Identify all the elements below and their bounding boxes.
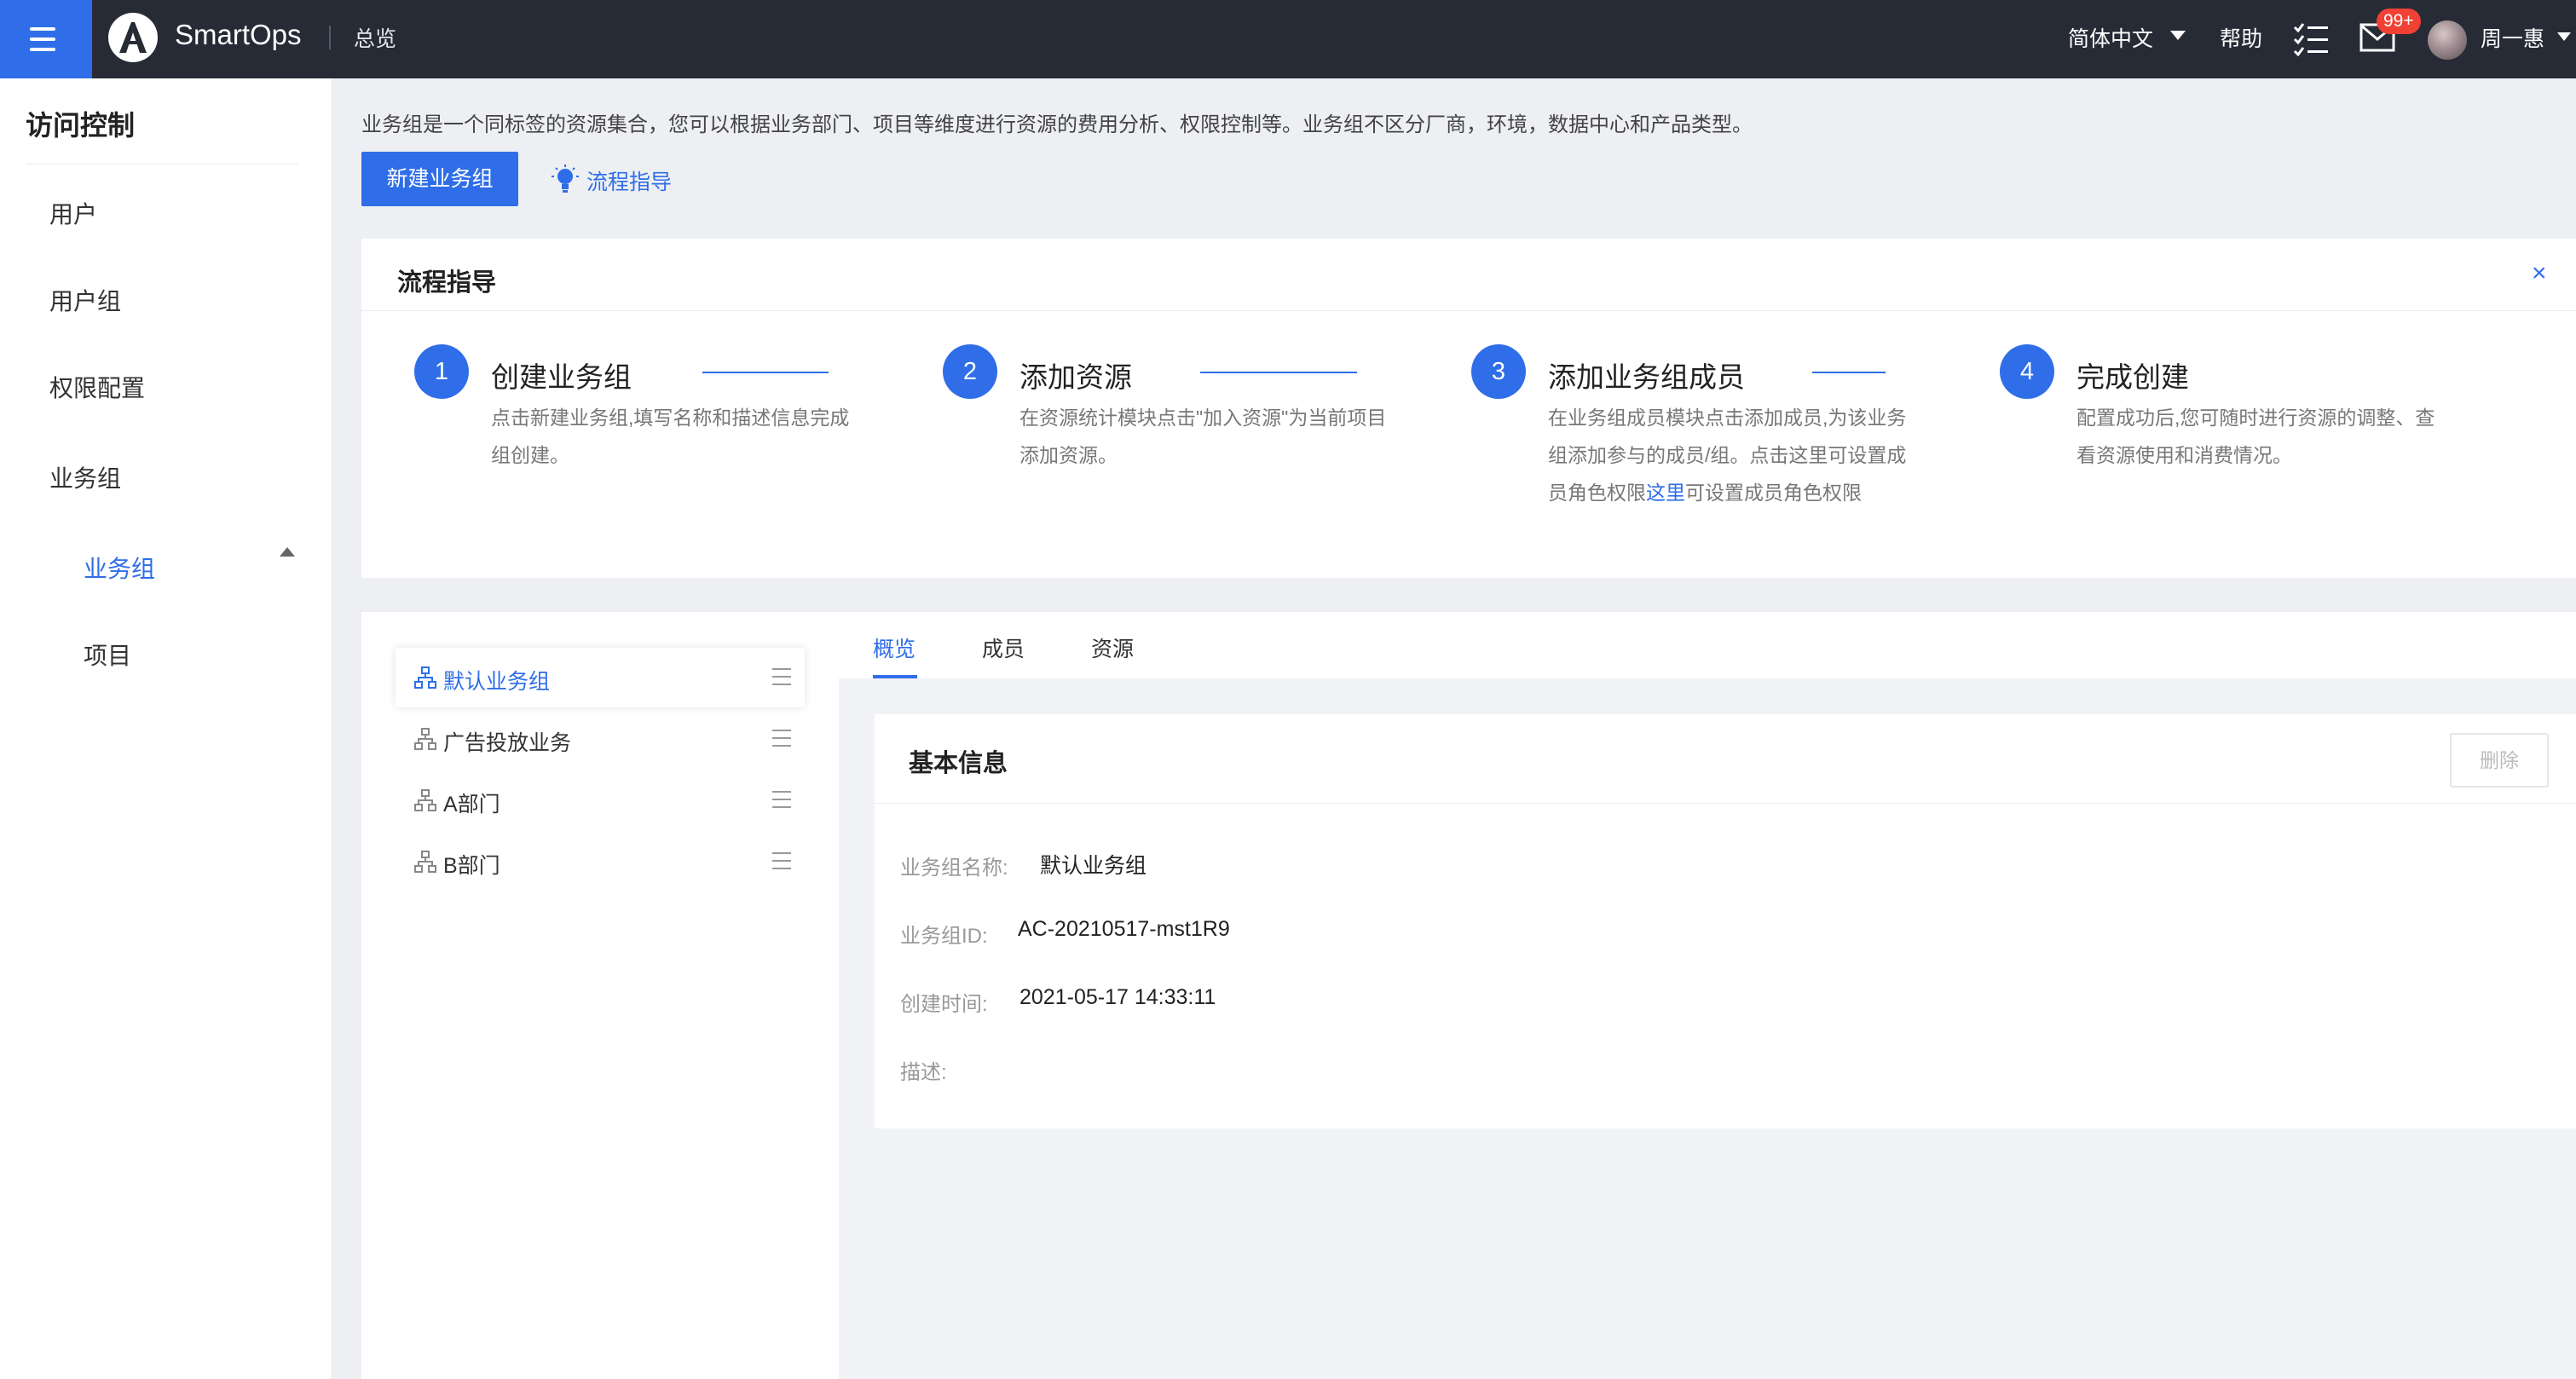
step-description-text: 可设置成员角色权限 <box>1685 482 1862 504</box>
detail-tabs: 概览 成员 资源 <box>839 612 2576 678</box>
user-menu-chevron-icon[interactable] <box>2557 32 2571 41</box>
step-description: 配置成功后,您可随时进行资源的调整、查看资源使用和消费情况。 <box>2076 407 2435 466</box>
tree-item-label: B部门 <box>443 854 500 878</box>
tab-overview[interactable]: 概览 <box>873 632 915 663</box>
process-guide-link[interactable]: 流程指导 <box>551 164 673 196</box>
task-list-icon[interactable] <box>2293 22 2329 56</box>
page-description: 业务组是一个同标签的资源集合，您可以根据业务部门、项目等维度进行资源的费用分析、… <box>361 113 1753 136</box>
tree-item[interactable]: A部门 <box>396 770 805 830</box>
new-business-group-button[interactable]: 新建业务组 <box>361 152 518 206</box>
field-value-name: 默认业务组 <box>1040 854 1147 878</box>
sidebar: 访问控制 用户 用户组 权限配置 业务组 业务组 项目 <box>0 78 332 1379</box>
tree-item-label: A部门 <box>443 793 500 816</box>
username[interactable]: 周一惠 <box>2481 22 2544 53</box>
field-label-description: 描述: <box>900 1061 947 1084</box>
org-tree-icon <box>414 728 436 750</box>
tree-item-label: 默认业务组 <box>443 670 551 694</box>
divider <box>361 310 2576 311</box>
breadcrumb-overview[interactable]: 总览 <box>354 22 396 53</box>
tab-members[interactable]: 成员 <box>982 632 1025 663</box>
org-tree-icon <box>414 851 436 873</box>
tree-item[interactable]: 广告投放业务 <box>396 709 805 769</box>
notification-badge: 99+ <box>2377 9 2421 34</box>
sidebar-item-business-groups[interactable]: 业务组 <box>49 460 121 494</box>
step-connector <box>1812 372 1886 373</box>
field-label-id: 业务组ID: <box>900 925 988 948</box>
sidebar-item-user-groups[interactable]: 用户组 <box>49 283 121 317</box>
more-menu-icon[interactable] <box>772 852 791 869</box>
step-title: 创建业务组 <box>491 361 632 393</box>
brand-name: SmartOps <box>175 19 302 50</box>
guide-title: 流程指导 <box>397 269 497 297</box>
more-menu-icon[interactable] <box>772 668 791 685</box>
business-group-tree: 默认业务组 广告投放业务 A部门 B部门 <box>361 612 839 1379</box>
step-description: 点击新建业务组,填写名称和描述信息完成组创建。 <box>491 407 850 466</box>
step-connector <box>702 372 829 373</box>
step-number: 1 <box>414 344 469 399</box>
org-tree-icon <box>414 666 436 689</box>
tree-item[interactable]: B部门 <box>396 832 805 891</box>
field-label-created: 创建时间: <box>900 993 988 1016</box>
here-link[interactable]: 这里 <box>1646 482 1685 504</box>
user-avatar[interactable] <box>2428 20 2467 60</box>
field-value-id: AC-20210517-mst1R9 <box>1018 917 1230 941</box>
step-title: 添加资源 <box>1019 361 1132 393</box>
tree-item[interactable]: 默认业务组 <box>396 648 805 707</box>
step-number: 2 <box>943 344 997 399</box>
chevron-up-icon[interactable] <box>280 547 295 557</box>
divider <box>329 26 331 49</box>
step-connector <box>1200 372 1357 373</box>
lightbulb-icon <box>552 164 579 193</box>
basic-info-card: 基本信息 删除 业务组名称: 默认业务组 业务组ID: AC-20210517-… <box>875 714 2576 1128</box>
language-selector[interactable]: 简体中文 <box>2068 22 2153 53</box>
delete-button[interactable]: 删除 <box>2450 733 2549 788</box>
step-number: 3 <box>1471 344 1526 399</box>
org-tree-icon <box>414 789 436 811</box>
sidebar-subitem-business-groups[interactable]: 业务组 <box>84 551 155 585</box>
more-menu-icon[interactable] <box>772 791 791 808</box>
step-description: 在业务组成员模块点击添加成员,为该业务组添加参与的成员/组。点击这里可设置成员角… <box>1548 399 1923 511</box>
smartops-logo <box>108 13 158 62</box>
close-icon[interactable]: × <box>2532 259 2547 288</box>
field-value-created: 2021-05-17 14:33:11 <box>1019 985 1216 1009</box>
step-title: 完成创建 <box>2076 361 2189 393</box>
sidebar-subitem-projects[interactable]: 项目 <box>84 638 131 672</box>
step-number: 4 <box>2000 344 2054 399</box>
more-menu-icon[interactable] <box>772 730 791 747</box>
step-title: 添加业务组成员 <box>1548 361 1745 393</box>
hamburger-menu-icon[interactable] <box>0 0 92 78</box>
field-label-name: 业务组名称: <box>900 857 1008 880</box>
tab-resources[interactable]: 资源 <box>1091 632 1134 663</box>
help-link[interactable]: 帮助 <box>2220 22 2262 53</box>
sidebar-title: 访问控制 <box>26 110 136 141</box>
sidebar-item-users[interactable]: 用户 <box>49 196 97 230</box>
tree-item-label: 广告投放业务 <box>443 731 572 755</box>
step-description: 在资源统计模块点击"加入资源"为当前项目添加资源。 <box>1019 407 1387 466</box>
chevron-down-icon[interactable] <box>2170 31 2186 40</box>
card-title: 基本信息 <box>909 750 1008 777</box>
top-navigation-bar: SmartOps 总览 简体中文 帮助 99+ 周一惠 <box>0 0 2576 78</box>
process-guide-label: 流程指导 <box>586 170 673 194</box>
sidebar-item-permissions[interactable]: 权限配置 <box>49 370 145 404</box>
process-guide-panel: 流程指导 × 1 创建业务组 点击新建业务组,填写名称和描述信息完成组创建。 2… <box>361 239 2576 578</box>
divider <box>875 803 2576 804</box>
